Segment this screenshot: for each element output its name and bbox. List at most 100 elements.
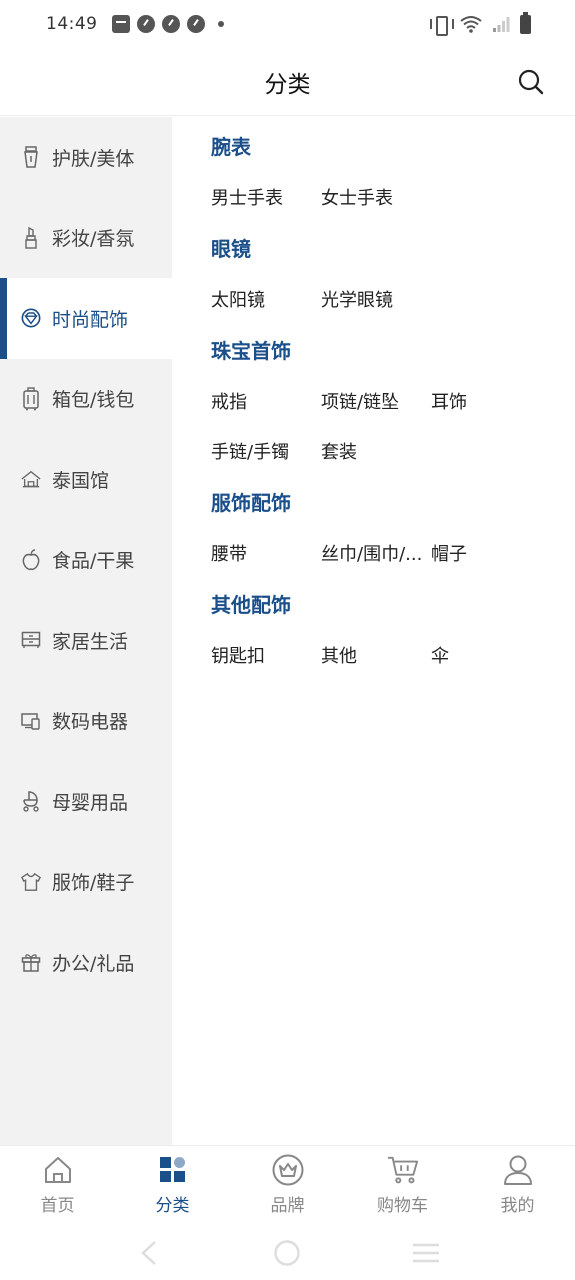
tab-label: 分类 xyxy=(155,1196,190,1216)
subcategory-item[interactable]: 腰带 xyxy=(211,543,317,567)
system-navigation-bar xyxy=(0,1225,575,1280)
battery-icon xyxy=(520,11,531,34)
tab-category[interactable]: 分类 xyxy=(115,1146,230,1225)
subcategory-item[interactable]: 光学眼镜 xyxy=(321,289,427,313)
sidebar-item-label: 时尚配饰 xyxy=(52,308,129,331)
menu-icon xyxy=(412,1243,439,1262)
tab-cart[interactable]: 购物车 xyxy=(345,1146,460,1225)
sidebar-item-thailand[interactable]: 泰国馆 xyxy=(0,439,172,520)
section-apparel-accessories: 服饰配饰 腰带 丝巾/围巾/... 帽子 xyxy=(211,489,551,567)
sidebar-item-label: 食品/干果 xyxy=(52,550,135,573)
status-time: 14:49 xyxy=(46,14,98,34)
sidebar-item-label: 家居生活 xyxy=(52,630,129,653)
lotion-icon xyxy=(21,146,41,168)
cart-icon xyxy=(387,1154,419,1186)
subcategory-item[interactable]: 钥匙扣 xyxy=(211,645,317,669)
tab-label: 品牌 xyxy=(270,1196,305,1216)
subcategory-item[interactable]: 丝巾/围巾/... xyxy=(321,543,427,567)
signal-icon xyxy=(492,15,510,33)
section-watches: 腕表 男士手表 女士手表 xyxy=(211,133,551,211)
back-button[interactable] xyxy=(134,1238,164,1268)
home-circle-icon xyxy=(274,1239,301,1266)
sidebar-item-label: 办公/礼品 xyxy=(52,952,135,975)
subcategory-item[interactable]: 戒指 xyxy=(211,391,317,415)
back-icon xyxy=(141,1240,156,1265)
sidebar-item-label: 数码电器 xyxy=(52,711,129,734)
speed-app-icon xyxy=(136,15,155,33)
section-title: 其他配饰 xyxy=(211,593,291,617)
shirt-icon xyxy=(21,872,41,892)
sidebar-item-electronics[interactable]: 数码电器 xyxy=(0,681,172,762)
subcategory-item[interactable]: 太阳镜 xyxy=(211,289,317,313)
sidebar-item-skincare[interactable]: 护肤/美体 xyxy=(0,117,172,198)
sidebar-item-makeup[interactable]: 彩妆/香氛 xyxy=(0,198,172,279)
subcategory-item[interactable]: 女士手表 xyxy=(321,187,427,211)
subcategory-item[interactable]: 套装 xyxy=(321,441,427,465)
sidebar-item-label: 母婴用品 xyxy=(52,791,129,814)
tab-home[interactable]: 首页 xyxy=(0,1146,115,1225)
subcategory-item[interactable]: 耳饰 xyxy=(431,391,537,415)
subcategory-item[interactable]: 其他 xyxy=(321,645,427,669)
more-dot-icon xyxy=(217,21,224,27)
recents-button[interactable] xyxy=(411,1238,441,1268)
sidebar-item-food[interactable]: 食品/干果 xyxy=(0,520,172,601)
system-status-icons xyxy=(430,11,531,36)
fruit-icon xyxy=(21,549,41,570)
section-items: 腰带 丝巾/围巾/... 帽子 xyxy=(211,543,551,567)
sidebar-item-apparel-shoes[interactable]: 服饰/鞋子 xyxy=(0,842,172,923)
sidebar-item-home-living[interactable]: 家居生活 xyxy=(0,600,172,681)
lipstick-icon xyxy=(21,226,41,249)
sidebar-item-label: 彩妆/香氛 xyxy=(52,228,135,251)
subcategory-item[interactable]: 男士手表 xyxy=(211,187,317,211)
search-button[interactable] xyxy=(517,68,545,96)
section-title: 珠宝首饰 xyxy=(211,339,291,363)
cabinet-icon xyxy=(21,630,41,650)
tab-label: 我的 xyxy=(500,1196,535,1216)
section-items: 钥匙扣 其他 伞 xyxy=(211,645,551,669)
app-screen: 14:49 分类 护肤/美体 彩妆/香氛 时尚配饰 箱包/钱包 泰国馆 食品/干… xyxy=(0,0,575,1280)
crown-icon xyxy=(272,1154,304,1186)
status-bar: 14:49 xyxy=(0,0,575,48)
home-system-button[interactable] xyxy=(272,1238,302,1268)
diamond-icon xyxy=(21,308,41,328)
sidebar-item-fashion-accessories[interactable]: 时尚配饰 xyxy=(0,278,172,359)
wifi-icon xyxy=(460,15,482,33)
vibrate-icon xyxy=(430,16,454,36)
notification-icons xyxy=(111,15,224,33)
luggage-icon xyxy=(21,387,41,411)
section-items: 太阳镜 光学眼镜 xyxy=(211,289,551,313)
tab-profile[interactable]: 我的 xyxy=(460,1146,575,1225)
bag-notification-icon xyxy=(111,15,130,33)
section-other-accessories: 其他配饰 钥匙扣 其他 伞 xyxy=(211,591,551,669)
sidebar-item-office-gifts[interactable]: 办公/礼品 xyxy=(0,922,172,1003)
sidebar-item-label: 箱包/钱包 xyxy=(52,389,135,412)
section-title: 服饰配饰 xyxy=(211,491,291,515)
home-icon xyxy=(42,1154,74,1186)
category-sidebar: 护肤/美体 彩妆/香氛 时尚配饰 箱包/钱包 泰国馆 食品/干果 家居生活 数码… xyxy=(0,117,172,1145)
subcategory-item[interactable]: 帽子 xyxy=(431,543,537,567)
speed-app-icon xyxy=(161,15,180,33)
section-title: 眼镜 xyxy=(211,237,251,261)
tab-brands[interactable]: 品牌 xyxy=(230,1146,345,1225)
subcategory-item[interactable]: 手链/手镯 xyxy=(211,441,317,465)
subcategory-item[interactable]: 项链/链坠 xyxy=(321,391,427,415)
tab-label: 购物车 xyxy=(377,1196,428,1216)
page-header: 分类 xyxy=(0,48,575,116)
speed-app-icon xyxy=(186,15,205,33)
section-items: 男士手表 女士手表 xyxy=(211,187,551,211)
subcategory-item[interactable]: 伞 xyxy=(431,645,537,669)
section-eyewear: 眼镜 太阳镜 光学眼镜 xyxy=(211,235,551,313)
sidebar-item-label: 泰国馆 xyxy=(52,469,110,492)
section-title: 腕表 xyxy=(211,135,251,159)
search-icon xyxy=(518,69,544,95)
sidebar-item-mother-baby[interactable]: 母婴用品 xyxy=(0,761,172,842)
subcategory-panel: 腕表 男士手表 女士手表 眼镜 太阳镜 光学眼镜 珠宝首饰 戒指 项链/链坠 耳… xyxy=(211,117,551,693)
section-jewelry: 珠宝首饰 戒指 项链/链坠 耳饰 手链/手镯 套装 xyxy=(211,337,551,465)
stroller-icon xyxy=(21,791,41,812)
category-icon xyxy=(157,1154,189,1186)
temple-icon xyxy=(21,469,41,489)
devices-icon xyxy=(21,711,41,731)
section-items: 戒指 项链/链坠 耳饰 手链/手镯 套装 xyxy=(211,391,551,465)
sidebar-item-label: 服饰/鞋子 xyxy=(52,872,135,895)
sidebar-item-bags[interactable]: 箱包/钱包 xyxy=(0,359,172,440)
